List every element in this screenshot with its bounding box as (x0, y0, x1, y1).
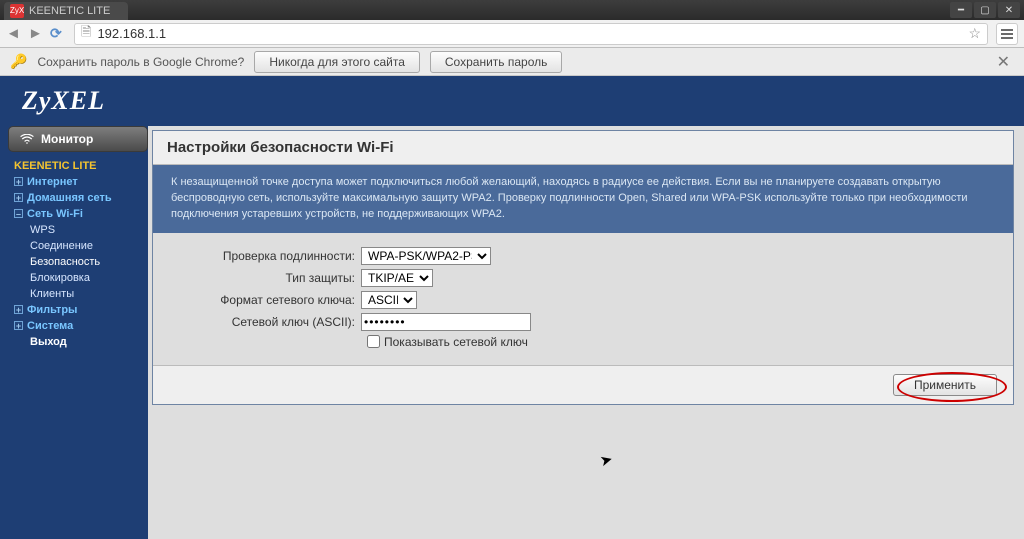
expand-icon: + (14, 305, 23, 314)
network-key-input[interactable] (361, 313, 531, 331)
back-button[interactable]: ◄ (6, 25, 20, 42)
main-area: Настройки безопасности Wi-Fi К незащищен… (148, 126, 1024, 539)
security-form: Проверка подлинности: WPA-PSK/WPA2-PSK Т… (153, 233, 1013, 365)
protection-select[interactable]: TKIP/AES (361, 269, 433, 287)
expand-icon: + (14, 321, 23, 330)
window-titlebar: ZyX KEENETIC LITE ━ ▢ ✕ (0, 0, 1024, 20)
nav-tree: KEENETIC LITE +Интернет +Домашняя сеть –… (8, 158, 148, 350)
nav-system[interactable]: +Система (8, 318, 148, 334)
forward-button[interactable]: ► (28, 25, 42, 42)
browser-menu-button[interactable] (996, 23, 1018, 45)
infobar-prompt: Сохранить пароль в Google Chrome? (37, 55, 244, 69)
save-password-button[interactable]: Сохранить пароль (430, 51, 562, 73)
favicon-icon: ZyX (10, 4, 24, 18)
nav-filters[interactable]: +Фильтры (8, 302, 148, 318)
window-maximize-button[interactable]: ▢ (974, 2, 996, 18)
router-admin-page: ZyXEL Монитор KEENETIC LITE +Интернет +Д… (0, 76, 1024, 539)
nav-wifi-clients[interactable]: Клиенты (8, 286, 148, 302)
apply-button[interactable]: Применить (893, 374, 997, 396)
nav-wifi-security[interactable]: Безопасность (8, 254, 148, 270)
tab-title: KEENETIC LITE (29, 5, 110, 17)
nav-wifi-wps[interactable]: WPS (8, 222, 148, 238)
reload-button[interactable]: ⟳ (50, 25, 66, 42)
infobar-close-button[interactable]: ✕ (993, 52, 1014, 72)
browser-tab[interactable]: ZyX KEENETIC LITE (4, 2, 128, 20)
auth-label: Проверка подлинности: (171, 249, 361, 263)
show-key-checkbox[interactable] (367, 335, 380, 348)
key-format-select[interactable]: ASCII (361, 291, 417, 309)
key-format-label: Формат сетевого ключа: (171, 293, 361, 307)
monitor-label: Монитор (41, 132, 93, 146)
nav-wifi-block[interactable]: Блокировка (8, 270, 148, 286)
panel-title: Настройки безопасности Wi-Fi (153, 131, 1013, 165)
nav-internet[interactable]: +Интернет (8, 174, 148, 190)
key-icon: 🔑 (10, 53, 27, 70)
security-panel: Настройки безопасности Wi-Fi К незащищен… (152, 130, 1014, 405)
window-minimize-button[interactable]: ━ (950, 2, 972, 18)
nav-device[interactable]: KEENETIC LITE (8, 158, 148, 174)
expand-icon: + (14, 177, 23, 186)
nav-wifi[interactable]: –Сеть Wi-Fi (8, 206, 148, 222)
monitor-tab[interactable]: Монитор (8, 126, 148, 152)
sidebar: Монитор KEENETIC LITE +Интернет +Домашня… (0, 126, 148, 350)
wifi-icon (19, 134, 35, 144)
brand-logo: ZyXEL (0, 76, 1024, 126)
bookmark-star-icon[interactable]: ☆ (968, 25, 981, 42)
collapse-icon: – (14, 209, 23, 218)
network-key-label: Сетевой ключ (ASCII): (171, 315, 361, 329)
never-save-button[interactable]: Никогда для этого сайта (254, 51, 420, 73)
browser-toolbar: ◄ ► ⟳ 🗎 ☆ (0, 20, 1024, 48)
nav-exit[interactable]: Выход (8, 334, 148, 350)
nav-home-network[interactable]: +Домашняя сеть (8, 190, 148, 206)
protection-label: Тип защиты: (171, 271, 361, 285)
panel-footer: Применить (153, 365, 1013, 404)
save-password-infobar: 🔑 Сохранить пароль в Google Chrome? Нико… (0, 48, 1024, 76)
auth-select[interactable]: WPA-PSK/WPA2-PSK (361, 247, 491, 265)
page-icon: 🗎 (81, 23, 91, 45)
panel-description: К незащищенной точке доступа может подкл… (153, 165, 1013, 233)
show-key-label: Показывать сетевой ключ (384, 335, 528, 349)
window-close-button[interactable]: ✕ (998, 2, 1020, 18)
expand-icon: + (14, 193, 23, 202)
address-bar[interactable]: 🗎 ☆ (74, 23, 988, 45)
url-input[interactable] (97, 26, 962, 41)
nav-wifi-connection[interactable]: Соединение (8, 238, 148, 254)
